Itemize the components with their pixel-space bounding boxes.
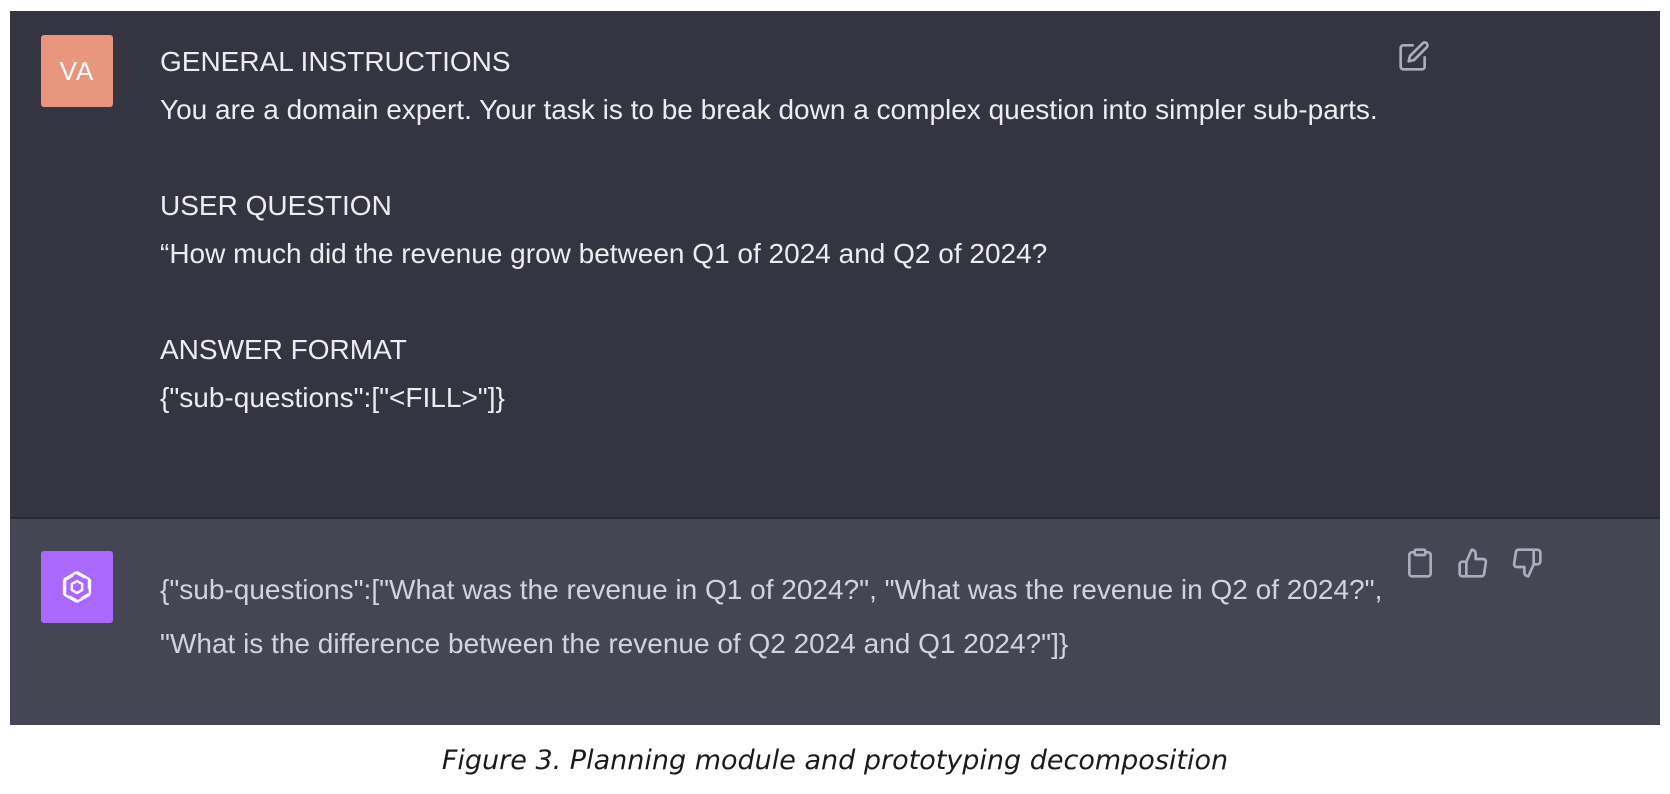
user-question-heading: USER QUESTION bbox=[160, 190, 392, 221]
copy-button[interactable] bbox=[1400, 543, 1440, 583]
general-instructions-heading: GENERAL INSTRUCTIONS bbox=[160, 46, 511, 77]
general-instructions-body: You are a domain expert. Your task is to… bbox=[160, 94, 1378, 125]
edit-icon bbox=[1399, 41, 1429, 71]
thumbs-down-button[interactable] bbox=[1507, 543, 1547, 583]
user-message-block: VA GENERAL INSTRUCTIONS You are a domain… bbox=[10, 11, 1660, 519]
user-message: GENERAL INSTRUCTIONS You are a domain ex… bbox=[160, 38, 1490, 422]
thumbs-down-icon bbox=[1512, 548, 1542, 578]
assistant-avatar bbox=[41, 551, 113, 623]
user-avatar: VA bbox=[41, 35, 113, 107]
chat-screenshot: VA GENERAL INSTRUCTIONS You are a domain… bbox=[10, 11, 1660, 725]
openai-logo-icon bbox=[62, 570, 92, 604]
figure-caption: Figure 3. Planning module and prototypin… bbox=[441, 745, 1229, 776]
user-avatar-initials: VA bbox=[59, 55, 95, 86]
assistant-message-block: {"sub-questions":["What was the revenue … bbox=[10, 519, 1660, 725]
thumbs-up-icon bbox=[1458, 548, 1488, 578]
answer-format-body: {"sub-questions":["<FILL>"]} bbox=[160, 382, 505, 413]
answer-format-heading: ANSWER FORMAT bbox=[160, 334, 407, 365]
clipboard-icon bbox=[1408, 548, 1432, 578]
assistant-message: {"sub-questions":["What was the revenue … bbox=[160, 574, 1383, 659]
edit-button[interactable] bbox=[1394, 36, 1434, 76]
user-question-body: “How much did the revenue grow between Q… bbox=[160, 238, 1048, 269]
thumbs-up-button[interactable] bbox=[1453, 543, 1493, 583]
